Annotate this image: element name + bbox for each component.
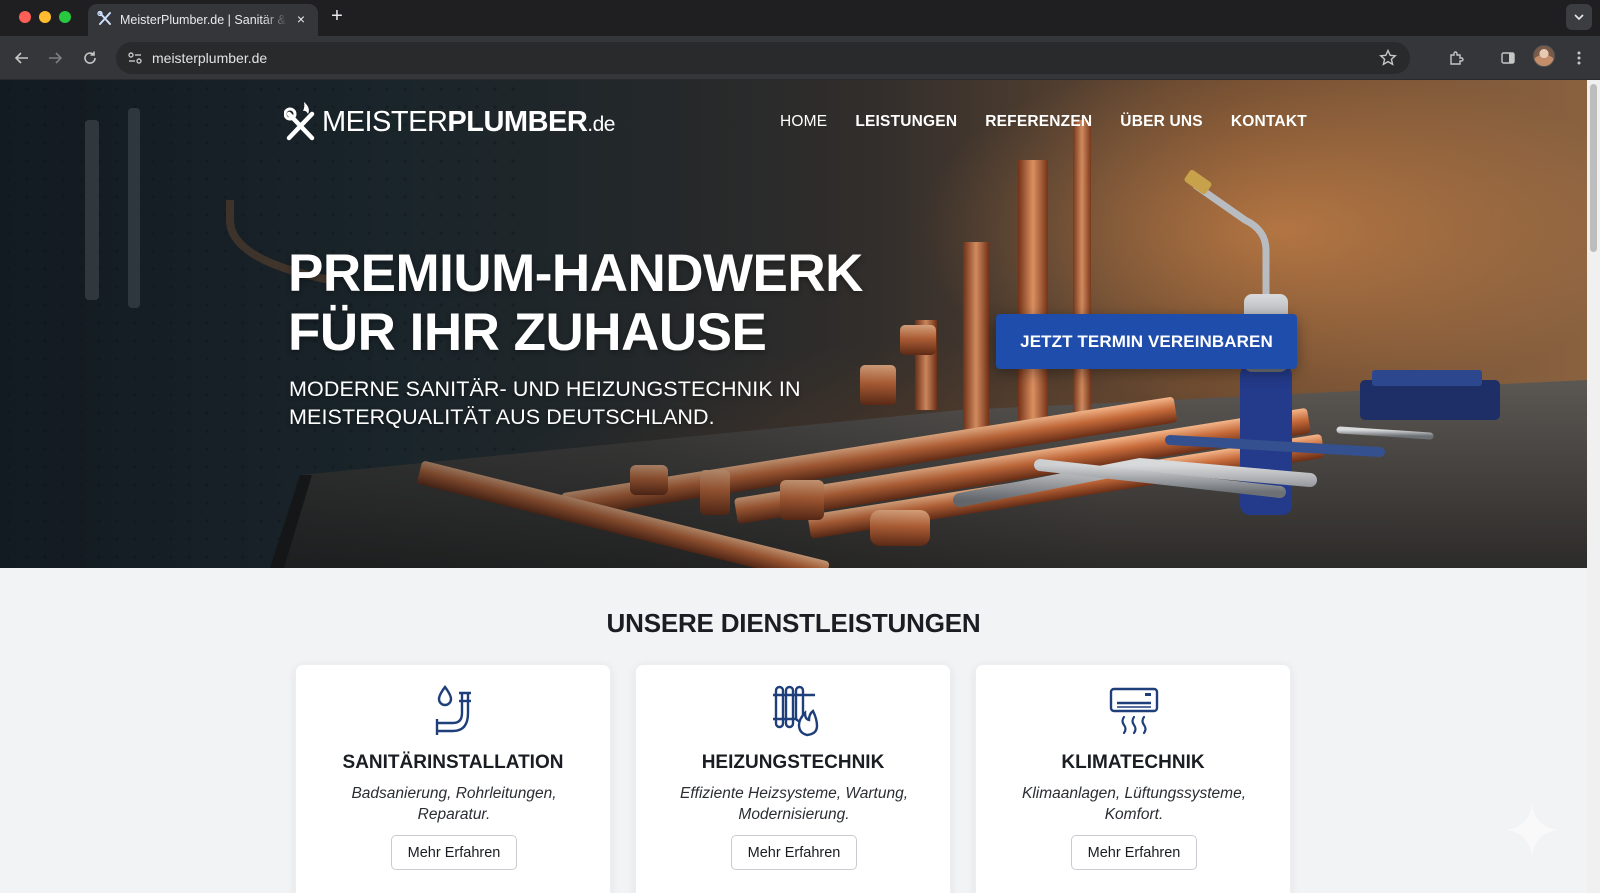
browser-tab-active[interactable]: MeisterPlumber.de | Sanitär & Heizung × (88, 4, 318, 36)
card-description-line2: Modernisierung. (738, 806, 850, 823)
air-conditioner-icon (1109, 687, 1159, 735)
service-card-klima: KLIMATECHNIK Klimaanlagen, Lüftungssyste… (975, 664, 1291, 893)
hero-title-line1: PREMIUM-HANDWERK (288, 244, 863, 303)
card-description: Klimaanlagen, Lüftungssysteme, Komfort. (996, 783, 1272, 825)
hero-title: PREMIUM-HANDWERK FÜR IHR ZUHAUSE (288, 244, 863, 362)
card-title: KLIMATECHNIK (1061, 752, 1205, 773)
browser-toolbar: meisterplumber.de (0, 36, 1600, 80)
card-description: Effiziente Heizsysteme, Wartung, Moderni… (656, 783, 932, 825)
url-text[interactable]: meisterplumber.de (152, 50, 267, 66)
close-window-button[interactable] (19, 11, 31, 23)
card-description-line1: Effiziente Heizsysteme, Wartung, (680, 785, 908, 802)
card-description-line2: Komfort. (1104, 806, 1164, 823)
nav-leistungen[interactable]: LEISTUNGEN (855, 113, 957, 131)
more-info-button-klima[interactable]: Mehr Erfahren (1071, 835, 1197, 870)
logo-text-meister: MEISTER (322, 105, 448, 138)
radiator-flame-icon (773, 685, 819, 737)
page-scrollbar[interactable] (1587, 80, 1600, 893)
favicon-tools-icon (97, 11, 111, 25)
reload-icon[interactable] (76, 44, 104, 72)
more-menu-icon[interactable] (1565, 44, 1593, 72)
browser-tab-bar: MeisterPlumber.de | Sanitär & Heizung × … (0, 0, 1600, 36)
site-info-icon[interactable] (124, 48, 146, 68)
pipe-drop-icon (435, 684, 471, 735)
nav-ueber-uns[interactable]: ÜBER UNS (1120, 113, 1203, 131)
tab-close-icon[interactable]: × (293, 10, 309, 28)
address-bar[interactable]: meisterplumber.de (116, 42, 1410, 74)
hero-title-line2: FÜR IHR ZUHAUSE (288, 303, 767, 362)
logo-tools-flame-icon (284, 102, 315, 141)
scrollbar-thumb[interactable] (1590, 84, 1597, 252)
service-card-sanitaer: SANITÄRINSTALLATION Badsanierung, Rohrle… (295, 664, 611, 893)
minimize-window-button[interactable] (39, 11, 51, 23)
main-navigation: HOME LEISTUNGEN REFERENZEN ÜBER UNS KONT… (780, 113, 1307, 131)
book-appointment-button[interactable]: JETZT TERMIN VEREINBAREN (996, 314, 1297, 369)
hero-subtitle: MODERNE SANITÄR- UND HEIZUNGSTECHNIK IN … (289, 375, 801, 431)
logo-text-domain: .de (587, 112, 615, 136)
hero-subtitle-line1: MODERNE SANITÄR- UND HEIZUNGSTECHNIK IN (289, 377, 801, 401)
tab-title: MeisterPlumber.de | Sanitär & Heizung (120, 13, 288, 27)
tab-search-chevron-icon[interactable] (1566, 4, 1592, 30)
card-title: SANITÄRINSTALLATION (342, 752, 564, 773)
more-info-button-sanitaer[interactable]: Mehr Erfahren (391, 835, 517, 870)
back-arrow-icon[interactable] (8, 44, 36, 72)
services-section-title: UNSERE DIENSTLEISTUNGEN (606, 608, 981, 638)
site-logo[interactable]: MEISTERPLUMBER.de (284, 98, 615, 146)
card-description: Badsanierung, Rohrleitungen, Reparatur. (316, 783, 592, 825)
side-panel-icon[interactable] (1494, 44, 1522, 72)
nav-kontakt[interactable]: KONTAKT (1231, 113, 1307, 131)
service-card-heizung: HEIZUNGSTECHNIK Effiziente Heizsysteme, … (635, 664, 951, 893)
forward-arrow-icon[interactable] (41, 44, 69, 72)
card-description-line1: Badsanierung, Rohrleitungen, (351, 785, 557, 802)
new-tab-button[interactable]: + (323, 4, 351, 30)
card-title: HEIZUNGSTECHNIK (701, 752, 885, 773)
more-info-button-heizung[interactable]: Mehr Erfahren (731, 835, 857, 870)
nav-home[interactable]: HOME (780, 113, 827, 131)
hero-section: MEISTERPLUMBER.de HOME LEISTUNGEN REFERE… (0, 80, 1587, 568)
sparkle-watermark-icon (1506, 804, 1558, 856)
logo-text-plumber: PLUMBER (447, 105, 588, 138)
card-description-line1: Klimaanlagen, Lüftungssysteme, (1021, 785, 1247, 802)
profile-avatar[interactable] (1533, 45, 1555, 67)
card-description-line2: Reparatur. (417, 806, 491, 823)
maximize-window-button[interactable] (59, 11, 71, 23)
hero-subtitle-line2: MEISTERQUALITÄT AUS DEUTSCHLAND. (289, 405, 715, 429)
nav-referenzen[interactable]: REFERENZEN (985, 113, 1092, 131)
bookmark-star-icon[interactable] (1378, 48, 1398, 68)
page-viewport: MEISTERPLUMBER.de HOME LEISTUNGEN REFERE… (0, 80, 1587, 893)
extensions-puzzle-icon[interactable] (1442, 44, 1470, 72)
